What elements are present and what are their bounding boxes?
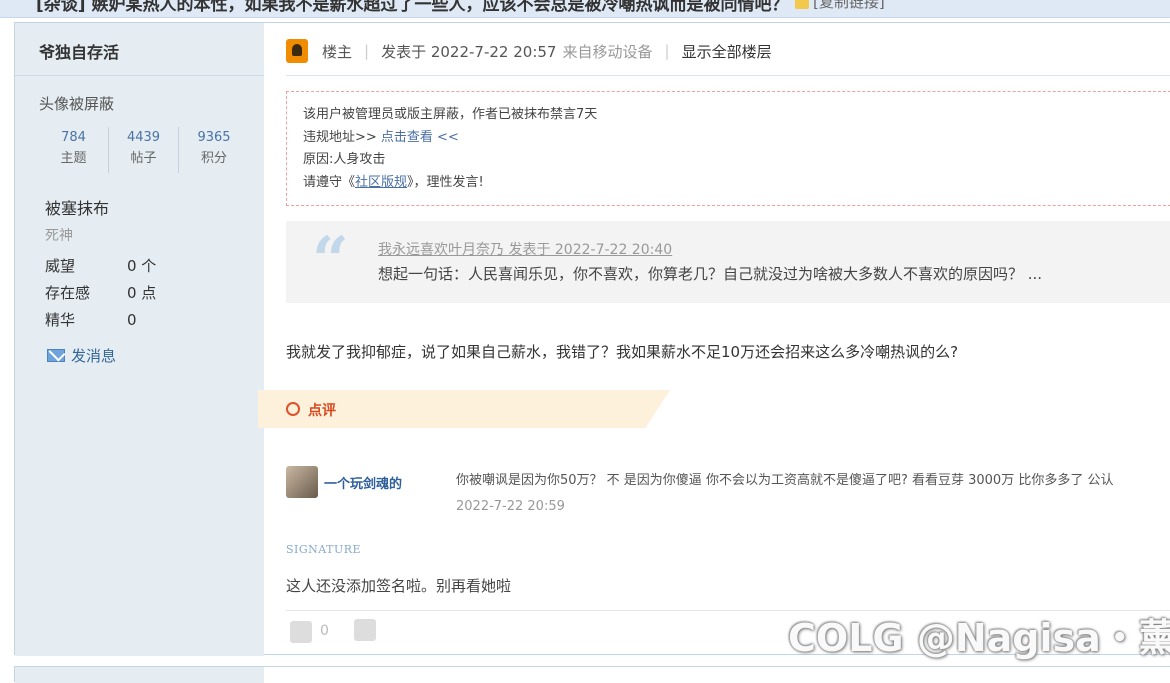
divider: | (664, 42, 670, 60)
stat-label: 帖子 (130, 151, 157, 166)
commenter-name[interactable]: 一个玩剑魂的 (324, 473, 402, 492)
post: 爷独自存活 头像被屏蔽 784 主题 4439 帖子 9365 积分 被塞抹布 … (14, 22, 1170, 656)
stat-value: 4439 (126, 130, 161, 145)
info-key: 存在感 (45, 284, 91, 302)
stat-topics[interactable]: 784 主题 (39, 127, 109, 173)
watermark: COLG @Nagisa・薰 (788, 616, 1170, 660)
rating-label: 点评 (308, 403, 336, 419)
commenter-avatar[interactable] (286, 466, 318, 498)
divider: | (364, 42, 370, 60)
next-post-sidebar (15, 667, 264, 683)
rating-circle-icon (286, 402, 300, 416)
post-time: 发表于 2022-7-22 20:57 (381, 42, 557, 61)
info-key: 威望 (45, 257, 76, 275)
info-key: 精华 (45, 311, 76, 329)
next-post (14, 666, 1170, 683)
violation-link[interactable]: 点击查看 << (381, 130, 459, 145)
stat-label: 主题 (60, 151, 87, 166)
header-divider (286, 75, 1170, 76)
author-name[interactable]: 爷独自存活 (15, 23, 264, 76)
copy-icon (795, 0, 809, 9)
moderation-text: 》，理性发言! (407, 174, 484, 190)
author-sidebar: 爷独自存活 头像被屏蔽 784 主题 4439 帖子 9365 积分 被塞抹布 … (15, 23, 264, 656)
copy-link-label: [复制链接] (813, 0, 885, 11)
quote-body: 想起一句话：人民喜闻乐见，你不喜欢，你算老几？自己就没过为啥被大多数人不喜欢的原… (378, 265, 1043, 283)
community-rules-link[interactable]: 社区版规 (355, 175, 407, 190)
post-role: 楼主 (322, 42, 353, 61)
moderation-line: 违规地址>> 点击查看 << (303, 127, 1160, 150)
signature-divider: SIGNATURE (286, 543, 1056, 559)
rating-comment: 一个玩剑魂的 你被嘲讽是因为你50万？ 不 是因为你傻逼 你不会以为工资高就不是… (286, 463, 1170, 523)
quote-mark-icon: “ (312, 223, 349, 298)
stat-credits[interactable]: 9365 积分 (179, 127, 249, 173)
quote-source-link[interactable]: 我永远喜欢叶月奈乃 发表于 2022-7-22 20:40 (378, 239, 672, 259)
send-message-link[interactable]: 发消息 (47, 345, 116, 366)
author-group-title: 死神 (45, 228, 73, 244)
moderation-text: 请遵守《 (303, 174, 356, 190)
moderation-line: 请遵守《社区版规》，理性发言! (303, 172, 1160, 195)
thread-title: [杂谈] 嫉妒某热人的本性，如果我不是薪水超过了一些人，应该不会总是被冷嘲热讽而… (36, 0, 789, 15)
stat-label: 积分 (200, 151, 227, 166)
dashed-line (286, 551, 1056, 552)
author-group: 被塞抹布 (45, 199, 110, 218)
post-device: 来自移动设备 (562, 42, 653, 61)
info-value: 0 (127, 311, 137, 329)
send-message-label: 发消息 (71, 347, 117, 365)
info-row-presence: 存在感 0 点 (45, 280, 245, 307)
stat-value: 9365 (197, 130, 231, 145)
info-value: 0 点 (127, 284, 157, 302)
comment-time: 2022-7-22 20:59 (456, 499, 565, 514)
author-info: 威望 0 个 存在感 0 点 精华 0 (45, 253, 245, 334)
envelope-icon (47, 349, 65, 362)
moderation-line: 原因:人身攻击 (303, 152, 386, 167)
thumbs-down-icon[interactable] (354, 619, 376, 641)
info-row-digest: 精华 0 (45, 307, 245, 334)
copy-link-button[interactable]: [复制链接] (795, 0, 885, 12)
info-row-prestige: 威望 0 个 (45, 253, 245, 280)
avatar-blocked-notice: 头像被屏蔽 (39, 95, 115, 113)
stat-value: 784 (61, 130, 86, 145)
moderation-notice: 该用户被管理员或版主屏蔽，作者已被抹布禁言7天 违规地址>> 点击查看 << 原… (286, 91, 1170, 206)
thumbs-up-icon[interactable] (290, 621, 312, 643)
signature-text: 这人还没添加签名啦。别再看她啦 (286, 577, 512, 595)
info-value: 0 个 (127, 257, 157, 275)
stat-posts[interactable]: 4439 帖子 (109, 127, 179, 173)
signature-label: SIGNATURE (286, 543, 368, 556)
quote-block: “ 我永远喜欢叶月奈乃 发表于 2022-7-22 20:40 想起一句话：人民… (286, 221, 1170, 303)
like-count: 0 (320, 623, 329, 639)
post-main: 楼主 | 发表于 2022-7-22 20:57 来自移动设备 | 显示全部楼层… (258, 23, 1170, 656)
author-stats: 784 主题 4439 帖子 9365 积分 (39, 127, 249, 173)
comment-text: 你被嘲讽是因为你50万？ 不 是因为你傻逼 你不会以为工资高就不是傻逼了吧? 看… (456, 473, 1114, 488)
post-header: 楼主 | 发表于 2022-7-22 20:57 来自移动设备 | 显示全部楼层 (286, 37, 772, 65)
rating-tab[interactable]: 点评 (258, 390, 670, 428)
moderation-text: 违规地址>> (303, 129, 381, 145)
show-all-floors-link[interactable]: 显示全部楼层 (682, 41, 772, 62)
post-content: 我就发了我抑郁症，说了如果自己薪水，我错了？我如果薪水不足10万还会招来这么多冷… (286, 343, 959, 361)
thread-starter-icon (286, 39, 308, 63)
moderation-line: 该用户被管理员或版主屏蔽，作者已被抹布禁言7天 (303, 107, 598, 122)
thread-title-bar: [杂谈] 嫉妒某热人的本性，如果我不是薪水超过了一些人，应该不会总是被冷嘲热讽而… (0, 0, 1170, 18)
